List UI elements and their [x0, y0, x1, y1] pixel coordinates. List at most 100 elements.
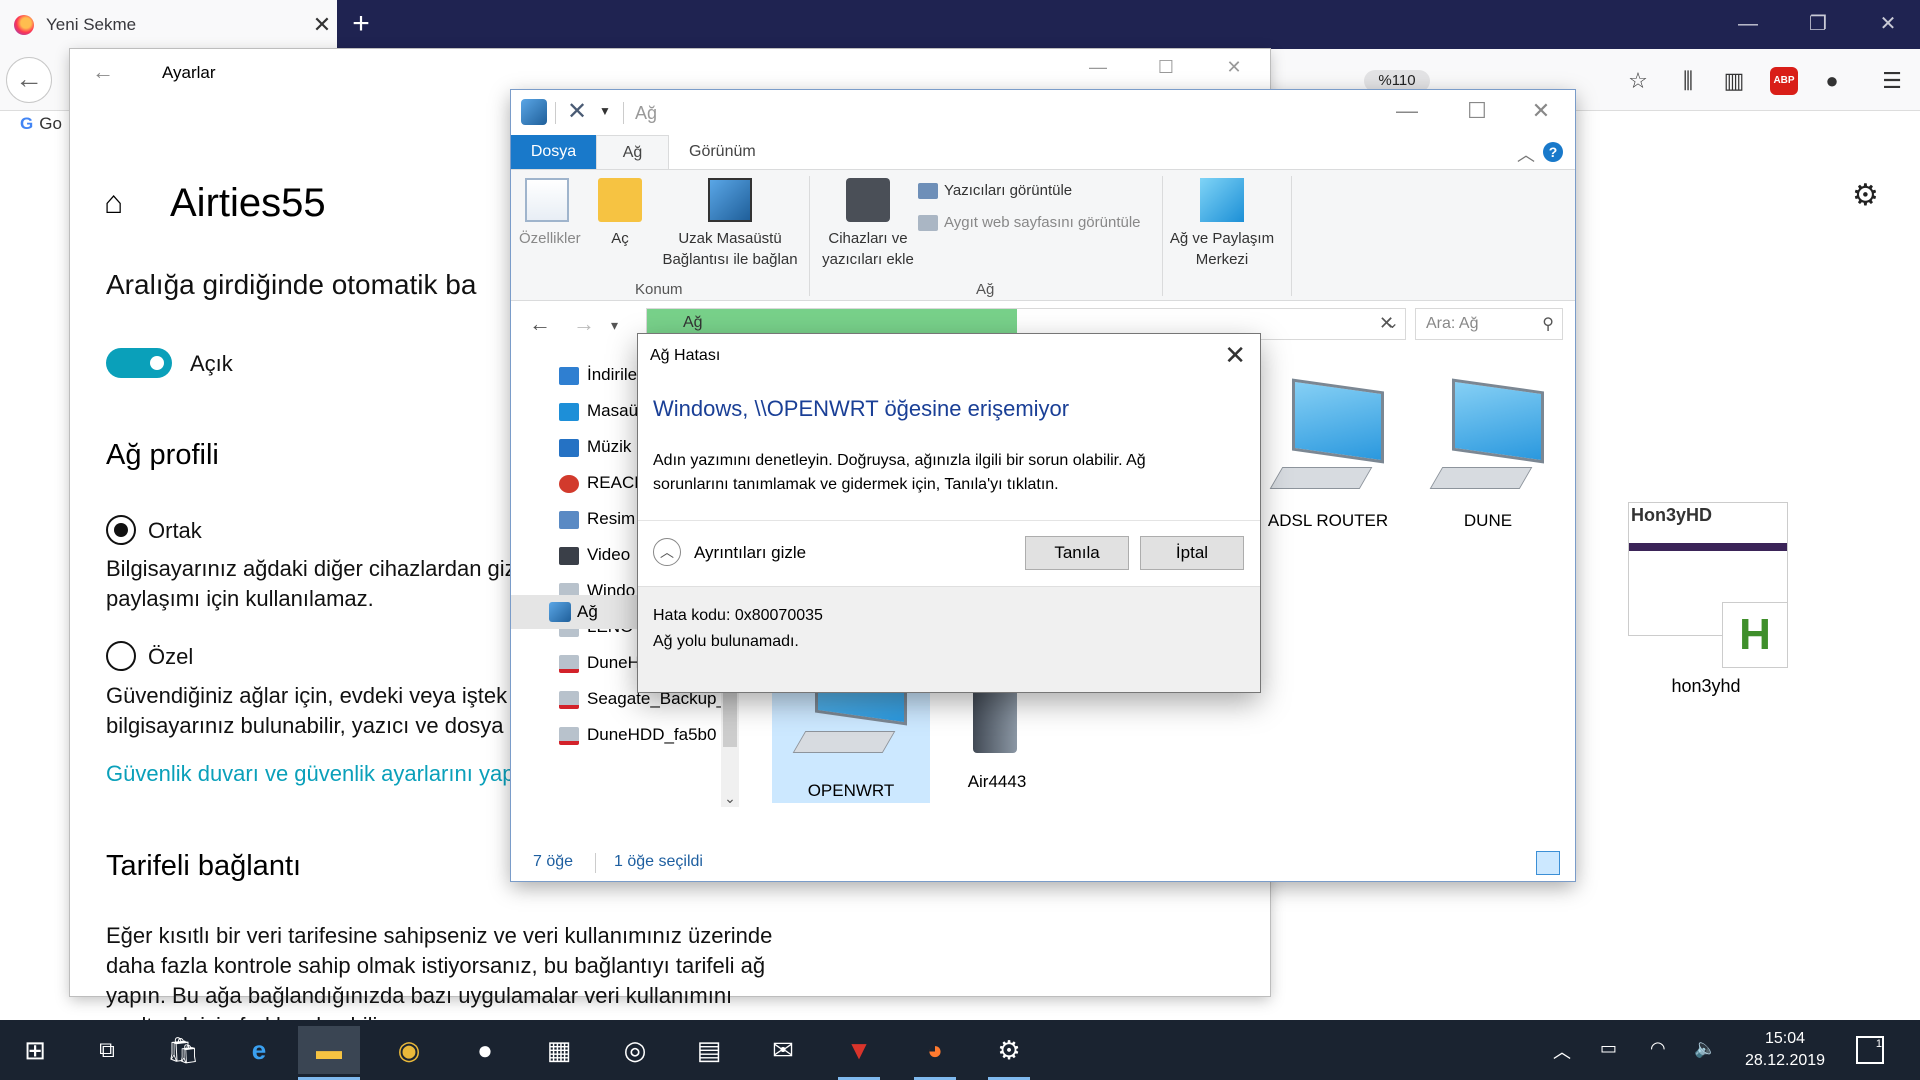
remote-desktop-button[interactable]: Uzak Masaüstü Bağlantısı ile bağlan	[651, 178, 809, 270]
nav-item-desktop[interactable]: Masaü	[559, 401, 638, 421]
device-air4443[interactable]: Air4443	[947, 772, 1047, 792]
browser-tab[interactable]: Yeni Sekme ✕	[0, 0, 337, 49]
quick-access-dropdown-icon[interactable]: ▼	[599, 104, 611, 118]
settings-back-icon[interactable]: ←	[92, 59, 114, 85]
tab-file[interactable]: Dosya	[511, 135, 596, 169]
mail-icon[interactable]: ✉	[752, 1026, 814, 1074]
bookmark-item[interactable]: G Go	[20, 114, 62, 134]
clock[interactable]: 15:04 28.12.2019	[1740, 1028, 1830, 1072]
task-view-icon[interactable]: ⧉	[76, 1026, 138, 1074]
settings-maximize-icon[interactable]: ☐	[1146, 57, 1186, 78]
minimize-icon[interactable]: —	[1716, 0, 1780, 49]
view-device-web-page-button[interactable]: Aygıt web sayfasını görüntüle	[918, 214, 1141, 232]
settings-minimize-icon[interactable]: —	[1078, 57, 1118, 78]
dialog-close-icon[interactable]: ✕	[1224, 340, 1246, 371]
hide-details-toggle[interactable]: Ayrıntıları gizle	[694, 543, 806, 563]
diagnose-button[interactable]: Tanıla	[1025, 536, 1129, 570]
volume-icon[interactable]: 🔈	[1694, 1038, 1716, 1059]
settings-window-title: Ayarlar	[162, 63, 216, 82]
wifi-icon[interactable]: ◠	[1650, 1038, 1666, 1059]
nav-item-videos[interactable]: Video	[559, 545, 630, 565]
device-label: OPENWRT	[807, 781, 895, 800]
tab-network[interactable]: Ağ	[596, 135, 669, 169]
restore-icon[interactable]: ❐	[1786, 0, 1850, 49]
scroll-down-icon[interactable]: ⌄	[721, 790, 739, 807]
explorer-close-icon[interactable]: ✕	[1521, 98, 1561, 124]
delete-quick-access-icon[interactable]: ✕	[567, 97, 587, 126]
calculator-icon[interactable]: ▤	[678, 1026, 740, 1074]
view-printers-button[interactable]: Yazıcıları görüntüle	[918, 182, 1072, 200]
device-adsl-router[interactable]: ADSL ROUTER	[1263, 378, 1393, 531]
file-explorer-taskbar-icon[interactable]: ▬	[298, 1026, 360, 1080]
details-view-icon[interactable]	[1504, 851, 1528, 875]
add-devices-button[interactable]: Cihazları ve yazıcıları ekle	[815, 178, 921, 270]
installer-icon[interactable]: ▼	[828, 1026, 890, 1080]
chrome-icon[interactable]: ◉	[378, 1026, 440, 1074]
printer-icon	[846, 178, 890, 222]
shortcut-label: hon3yhd	[1671, 676, 1741, 696]
start-button[interactable]: ⊞	[4, 1026, 66, 1074]
auto-connect-label: Aralığa girdiğinde otomatik ba	[106, 269, 477, 300]
desktop-shortcut-hon3yhd[interactable]: Hon3yHD H hon3yhd	[1628, 502, 1788, 697]
device-dune[interactable]: DUNE	[1423, 378, 1553, 531]
search-input[interactable]: Ara: Ağ ⚲	[1415, 308, 1563, 340]
account-icon[interactable]: ●	[1818, 67, 1846, 95]
settings-taskbar-icon[interactable]: ⚙	[978, 1026, 1040, 1080]
hide-details-chevron-icon[interactable]: ︿	[653, 538, 681, 566]
show-hidden-icons-chevron-icon[interactable]: ︿	[1553, 1038, 1571, 1064]
explorer-maximize-icon[interactable]: ☐	[1457, 98, 1497, 124]
firefox-taskbar-icon[interactable]: ◕	[904, 1026, 966, 1080]
hamburger-menu-icon[interactable]: ☰	[1878, 67, 1906, 95]
tab-view[interactable]: Görünüm	[669, 135, 776, 169]
firewall-settings-link[interactable]: Güvenlik duvarı ve güvenlik ayarlarını y…	[106, 761, 514, 787]
close-tab-icon[interactable]: ✕	[307, 12, 337, 38]
video-editor-icon[interactable]: ▦	[528, 1026, 590, 1074]
disc-app-icon[interactable]: ◎	[604, 1026, 666, 1074]
nav-item-downloads[interactable]: İndirile	[559, 365, 637, 385]
back-arrow-icon[interactable]: ←	[529, 311, 551, 337]
properties-button[interactable]: Özellikler	[519, 178, 581, 249]
store-icon[interactable]: 🛍	[152, 1026, 214, 1074]
public-profile-radio[interactable]	[106, 515, 136, 545]
new-tab-button[interactable]: +	[346, 6, 376, 42]
auto-connect-toggle[interactable]	[106, 348, 172, 378]
cancel-button[interactable]: İptal	[1140, 536, 1244, 570]
explorer-minimize-icon[interactable]: —	[1387, 98, 1427, 124]
library-icon[interactable]: ⫼	[1674, 67, 1702, 95]
sharing-center-button[interactable]: Ağ ve Paylaşım Merkezi	[1167, 178, 1277, 270]
bookmark-star-icon[interactable]: ☆	[1624, 67, 1652, 95]
close-window-icon[interactable]: ✕	[1856, 0, 1920, 49]
zoom-indicator[interactable]: %110	[1364, 70, 1430, 92]
nav-item-music[interactable]: Müzik	[559, 437, 631, 457]
reach-app-icon	[559, 474, 579, 493]
open-button[interactable]: Aç	[595, 178, 645, 249]
network-folder-icon	[521, 99, 547, 125]
device-openwrt[interactable]: OPENWRT	[772, 687, 930, 803]
nav-item-dunehdd-drive[interactable]: DuneHDD_fa5b0	[559, 725, 716, 745]
remote-desktop-label-2: Bağlantısı ile bağlan	[662, 251, 798, 268]
collapse-ribbon-icon[interactable]: ︿	[1517, 141, 1535, 167]
sidebar-icon[interactable]: ▥	[1720, 67, 1748, 95]
open-label: Aç	[611, 230, 629, 247]
back-button[interactable]: ←	[6, 57, 52, 103]
media-app-icon[interactable]: ●	[454, 1026, 516, 1074]
adblock-plus-icon[interactable]: ABP	[1770, 67, 1798, 95]
nav-item-dune-drive[interactable]: DuneH	[559, 653, 640, 673]
home-icon[interactable]: ⌂	[104, 184, 123, 221]
action-center-icon[interactable]: 1	[1856, 1036, 1884, 1064]
nav-item-pictures[interactable]: Resim	[559, 509, 635, 529]
nav-item-reach[interactable]: REACH	[559, 473, 647, 493]
forward-arrow-icon[interactable]: →	[573, 311, 595, 337]
settings-close-icon[interactable]: ✕	[1214, 57, 1254, 78]
recent-locations-icon[interactable]: ▾	[611, 317, 618, 334]
dialog-title: Ağ Hatası	[650, 347, 721, 364]
private-profile-radio[interactable]	[106, 641, 136, 671]
newtab-settings-gear-icon[interactable]: ⚙	[1852, 178, 1879, 213]
large-icons-view-icon[interactable]	[1536, 851, 1560, 875]
help-icon[interactable]: ?	[1543, 142, 1563, 162]
stop-loading-icon[interactable]: ✕	[1379, 313, 1394, 334]
battery-icon[interactable]: ▭	[1600, 1038, 1617, 1059]
network-error-dialog: Ağ Hatası ✕ Windows, \\OPENWRT öğesine e…	[638, 334, 1260, 692]
edge-icon[interactable]: e	[228, 1026, 290, 1074]
nav-item-seagate-drive[interactable]: Seagate_Backup_	[559, 689, 726, 709]
